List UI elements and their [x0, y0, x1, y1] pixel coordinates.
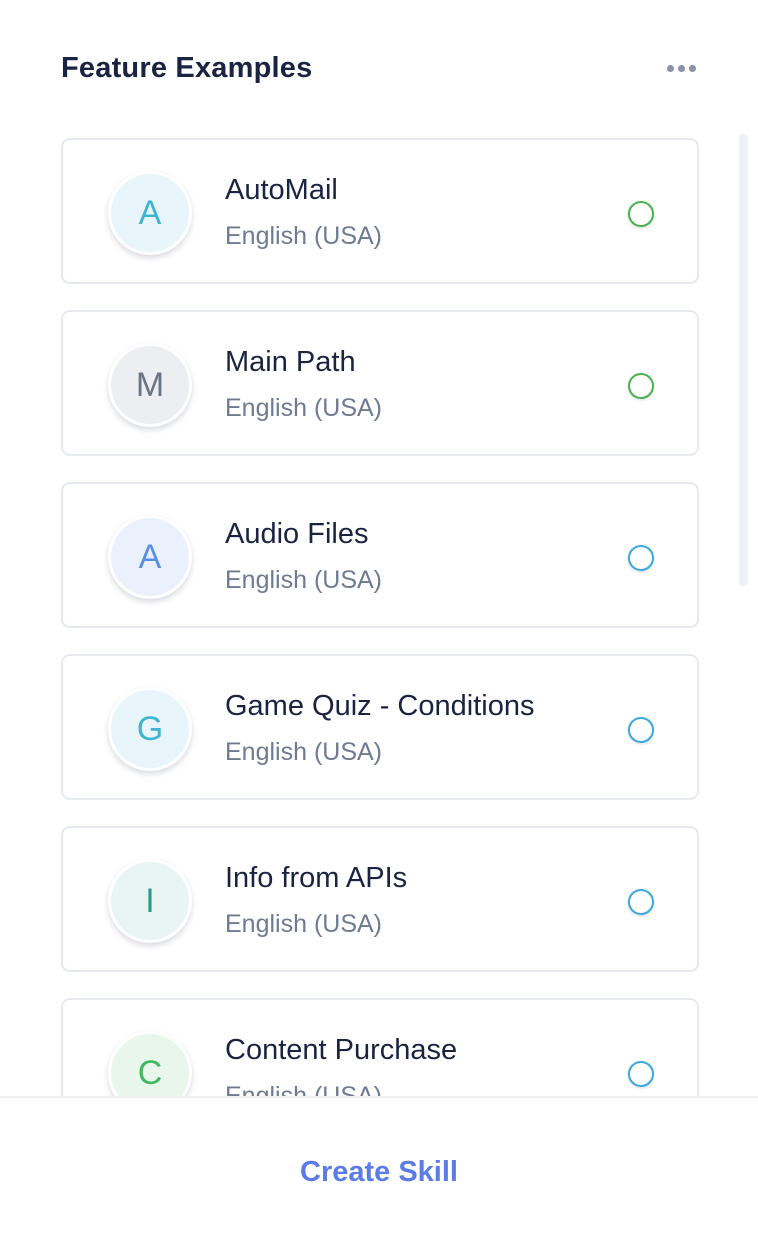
status-indicator: [628, 889, 654, 915]
avatar: A: [108, 171, 192, 255]
skill-name: Content Purchase: [225, 1034, 458, 1066]
status-indicator: [628, 201, 654, 227]
skill-card[interactable]: I Info from APIs English (USA): [61, 826, 699, 972]
avatar: G: [108, 687, 192, 771]
avatar: M: [108, 343, 192, 427]
skill-language: English (USA): [225, 910, 382, 938]
avatar: C: [108, 1031, 192, 1096]
skill-name: Main Path: [225, 346, 356, 378]
scrollbar[interactable]: [739, 134, 748, 586]
avatar: I: [108, 859, 192, 943]
status-indicator: [628, 1061, 654, 1087]
more-horizontal-icon: [666, 64, 674, 72]
panel-header: Feature Examples: [61, 48, 701, 88]
status-indicator: [628, 373, 654, 399]
status-indicator: [628, 717, 654, 743]
panel-footer: Create Skill: [0, 1096, 758, 1242]
skill-language: English (USA): [225, 1082, 382, 1096]
skill-language: English (USA): [225, 394, 382, 422]
skill-list[interactable]: A AutoMail English (USA) M Main Path Eng…: [0, 120, 758, 1096]
status-indicator: [628, 545, 654, 571]
avatar: A: [108, 515, 192, 599]
skill-card[interactable]: G Game Quiz - Conditions English (USA): [61, 654, 699, 800]
create-skill-button[interactable]: Create Skill: [300, 1156, 458, 1189]
skill-language: English (USA): [225, 222, 382, 250]
skill-card[interactable]: A AutoMail English (USA): [61, 138, 699, 284]
skill-name: AutoMail: [225, 174, 338, 206]
page-title: Feature Examples: [61, 51, 313, 84]
skill-name: Audio Files: [225, 518, 369, 550]
skill-language: English (USA): [225, 566, 382, 594]
skill-card[interactable]: M Main Path English (USA): [61, 310, 699, 456]
skills-panel: Feature Examples A AutoMail English (USA…: [0, 0, 758, 1242]
skill-card[interactable]: A Audio Files English (USA): [61, 482, 699, 628]
skill-card[interactable]: C Content Purchase English (USA): [61, 998, 699, 1096]
skill-name: Game Quiz - Conditions: [225, 690, 535, 722]
more-options-button[interactable]: [661, 53, 701, 83]
skill-language: English (USA): [225, 738, 382, 766]
skill-name: Info from APIs: [225, 862, 408, 894]
